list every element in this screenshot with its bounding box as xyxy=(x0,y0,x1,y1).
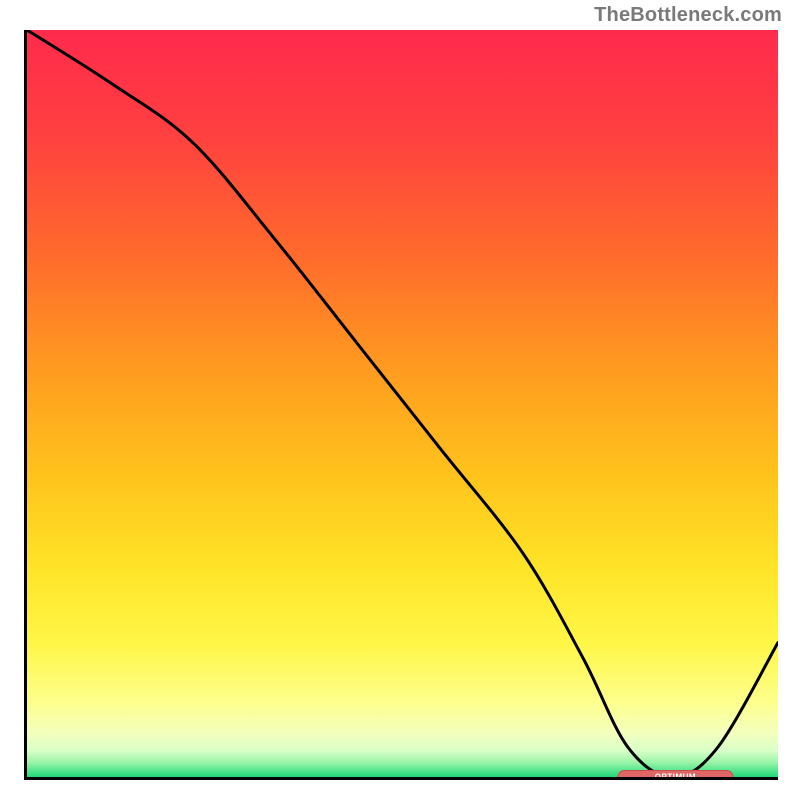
optimum-marker-label: OPTIMUM xyxy=(655,773,696,781)
heatmap-gradient xyxy=(27,30,778,777)
plot-area: OPTIMUM xyxy=(24,30,778,780)
chart-container: TheBottleneck.com xyxy=(0,0,800,800)
attribution-label: TheBottleneck.com xyxy=(594,4,782,27)
